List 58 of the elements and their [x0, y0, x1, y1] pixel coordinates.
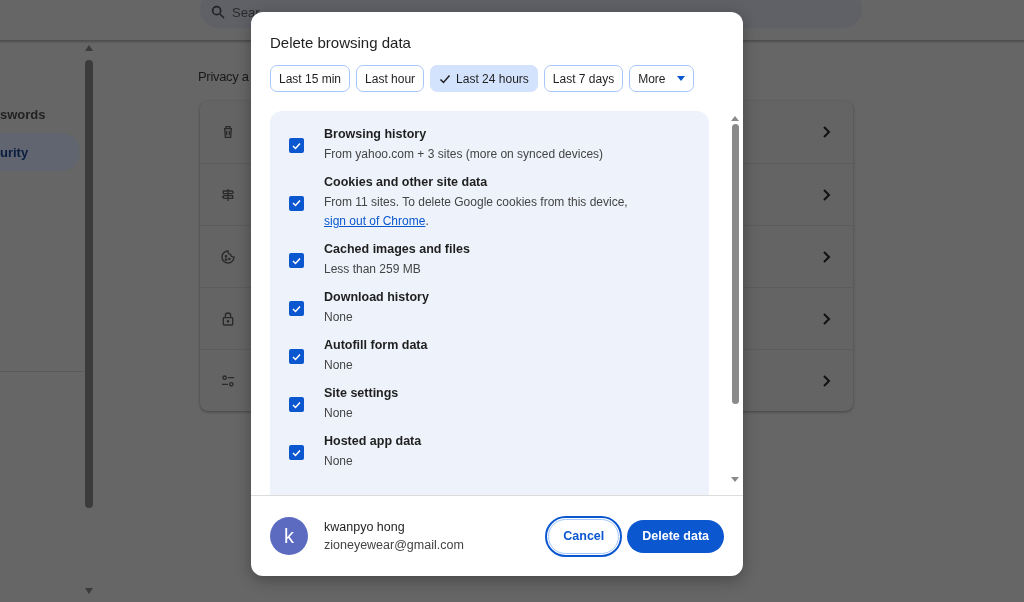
scrollbar-thumb[interactable] [85, 60, 93, 508]
chevron-right-icon[interactable] [821, 126, 831, 138]
checkbox[interactable] [289, 397, 304, 412]
item-detail: From yahoo.com + 3 sites (more on synced devices) [324, 146, 604, 163]
checkbox[interactable] [289, 349, 304, 364]
check-icon [292, 352, 301, 361]
caret-icon [676, 76, 685, 81]
account-email: zioneyewear@gmail.com [324, 538, 465, 552]
checkbox[interactable] [289, 301, 304, 316]
time-range-chip[interactable]: Last 24 hours [430, 65, 538, 92]
delete-data-button[interactable]: Delete data [627, 519, 724, 553]
lock-icon [220, 310, 236, 327]
checkbox[interactable] [289, 138, 304, 153]
check-icon [292, 199, 301, 207]
checkbox[interactable] [289, 253, 304, 268]
checkbox[interactable] [289, 445, 304, 460]
time-range-chip[interactable]: More [629, 65, 694, 92]
signpost-icon [220, 186, 236, 203]
item-detail: None [324, 453, 354, 470]
search-icon [210, 4, 226, 20]
item-title: Cached images and files [324, 242, 470, 256]
checkbox[interactable] [289, 195, 304, 211]
item-title: Download history [324, 290, 429, 304]
scroll-up-icon[interactable] [85, 45, 93, 51]
check-icon [439, 72, 452, 85]
chevron-right-icon[interactable] [821, 312, 831, 325]
section-title: Privacy a [198, 69, 249, 85]
item-title: Hosted app data [324, 434, 422, 448]
time-range-chip[interactable]: Last 15 min [270, 65, 351, 92]
item-detail: Less than 259 MB [324, 261, 422, 278]
time-range-chip[interactable]: Last 7 days [543, 65, 624, 92]
scrollbar-thumb[interactable] [731, 124, 739, 404]
chevron-right-icon[interactable] [821, 374, 831, 387]
cookie-icon [220, 248, 236, 265]
sliders-icon [220, 372, 236, 389]
avatar: k [270, 517, 308, 555]
item-detail: From 11 sites. To delete Google cookies from this device, sign out of Chrome. [324, 194, 629, 230]
account-name: kwanpyo hong [324, 520, 406, 534]
scroll-down-icon[interactable] [731, 477, 739, 482]
check-icon [292, 256, 301, 265]
check-icon [292, 448, 301, 457]
item-detail: None [324, 357, 354, 374]
check-icon [292, 304, 301, 313]
dialog-title: Delete browsing data [270, 34, 412, 51]
item-detail: None [324, 405, 354, 422]
chevron-right-icon[interactable] [821, 188, 831, 201]
chevron-right-icon[interactable] [821, 250, 831, 263]
item-title: Cookies and other site data [324, 175, 489, 189]
check-icon [292, 141, 301, 150]
item-title: Browsing history [324, 127, 428, 141]
item-title: Site settings [324, 386, 399, 400]
scroll-up-icon[interactable] [731, 116, 739, 121]
item-title: Autofill form data [324, 338, 428, 352]
scroll-down-icon[interactable] [85, 588, 93, 594]
time-range-chip[interactable]: Last hour [356, 65, 425, 92]
cancel-button[interactable]: Cancel [548, 518, 620, 554]
check-icon [292, 400, 301, 409]
item-detail: None [324, 309, 354, 326]
